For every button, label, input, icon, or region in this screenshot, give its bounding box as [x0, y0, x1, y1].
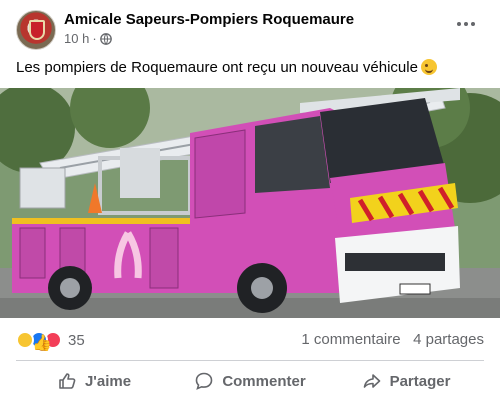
post-time[interactable]: 10 h [64, 31, 89, 46]
comment-button-label: Commenter [222, 372, 306, 390]
post-photo[interactable] [0, 88, 500, 318]
caption-text: Les pompiers de Roquemaure ont reçu un n… [16, 59, 418, 76]
meta-separator: · [92, 31, 97, 46]
fire-truck-image [0, 88, 500, 318]
post-actions: J'aime Commenter Partager [16, 364, 484, 398]
post-stats: 1 commentaire 4 partages [301, 331, 484, 348]
post-meta: 10 h · [64, 31, 112, 46]
like-button-label: J'aime [84, 372, 132, 390]
share-icon [363, 374, 380, 388]
thumbs-up-icon [59, 373, 76, 389]
page-avatar[interactable] [16, 10, 56, 50]
crest-icon [29, 20, 45, 40]
reaction-count[interactable]: 35 [68, 332, 85, 349]
post-caption: Les pompiers de Roquemaure ont reçu un n… [16, 59, 437, 76]
comments-count-link[interactable]: 1 commentaire [301, 331, 400, 348]
shares-count-link[interactable]: 4 partages [413, 331, 484, 348]
page-name-link[interactable]: Amicale Sapeurs-Pompiers Roquemaure [64, 11, 354, 28]
comment-icon [196, 372, 213, 390]
divider [16, 360, 484, 361]
comment-button[interactable]: Commenter [172, 364, 328, 398]
facebook-post: Amicale Sapeurs-Pompiers Roquemaure 10 h… [0, 0, 500, 402]
like-button[interactable]: J'aime [16, 364, 172, 398]
share-button[interactable]: Partager [328, 364, 484, 398]
post-header: Amicale Sapeurs-Pompiers Roquemaure 10 h… [16, 10, 486, 50]
globe-icon[interactable] [99, 32, 112, 45]
wink-emoji-icon [420, 59, 437, 75]
haha-reaction-icon [16, 331, 34, 349]
reactions-summary[interactable]: 35 [16, 330, 85, 350]
more-options-icon[interactable] [452, 14, 480, 34]
share-button-label: Partager [389, 372, 451, 390]
